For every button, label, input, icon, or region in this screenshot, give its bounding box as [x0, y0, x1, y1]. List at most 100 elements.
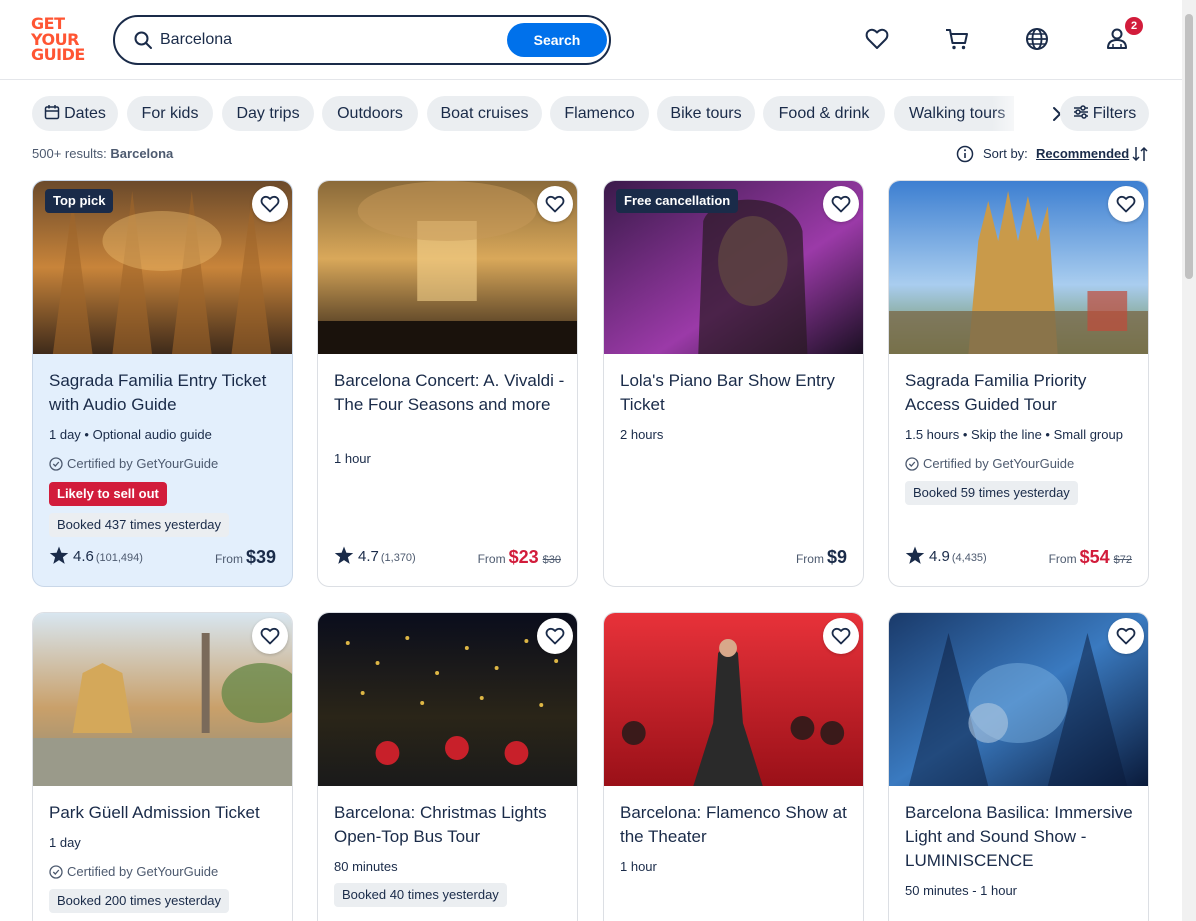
card-title[interactable]: Barcelona: Christmas Lights Open-Top Bus… — [334, 801, 569, 849]
price-prefix: From — [214, 552, 243, 566]
price: From $23 $30 — [478, 547, 561, 568]
sort-control: Sort by: Recommended — [956, 144, 1152, 164]
certified-icon — [905, 457, 919, 471]
certified-icon — [49, 457, 63, 471]
card-title[interactable]: Sagrada Familia Priority Access Guided T… — [905, 369, 1140, 417]
rating-value: 4.6 — [73, 548, 94, 565]
rating: 4.9 (4,435) — [905, 546, 987, 568]
price-prefix: From — [1048, 552, 1077, 566]
heart-icon[interactable] — [864, 26, 890, 52]
heart-icon — [831, 627, 851, 645]
rating-value: 4.7 — [358, 548, 379, 565]
price-amount: $9 — [826, 547, 847, 567]
filters-label: Filters — [1092, 105, 1137, 122]
scrollbar[interactable] — [1182, 0, 1196, 921]
wishlist-button[interactable] — [823, 618, 859, 654]
results-query: Barcelona — [110, 146, 174, 161]
wishlist-button[interactable] — [537, 186, 573, 222]
chip-boat-cruises[interactable]: Boat cruises — [427, 96, 542, 131]
card-duration: 2 hours — [620, 427, 664, 442]
wishlist-button[interactable] — [1108, 186, 1144, 222]
card-duration: 1 day • Optional audio guide — [49, 427, 212, 442]
chip-for-kids[interactable]: For kids — [127, 96, 213, 131]
chips-fade — [992, 96, 1032, 131]
card-title[interactable]: Barcelona: Flamenco Show at the Theater — [620, 801, 855, 849]
heart-icon — [1116, 195, 1136, 213]
sort-label: Sort by: — [983, 146, 1028, 161]
booked-badge: Booked 200 times yesterday — [49, 889, 230, 913]
filters-button[interactable]: Filters — [1060, 96, 1149, 131]
results-count: 500+ results: Barcelona — [32, 146, 173, 161]
rating: 4.6 (101,494) — [49, 546, 143, 568]
card-duration: 1 day — [49, 835, 81, 850]
chip-flamenco[interactable]: Flamenco — [550, 96, 649, 131]
price-amount: $39 — [245, 547, 276, 567]
card-title[interactable]: Barcelona Concert: A. Vivaldi - The Four… — [334, 369, 569, 417]
card-duration: 1 hour — [334, 451, 371, 466]
wishlist-button[interactable] — [823, 186, 859, 222]
card-title[interactable]: Lola's Piano Bar Show Entry Ticket — [620, 369, 855, 417]
scrollbar-thumb[interactable] — [1185, 14, 1193, 279]
sort-icon[interactable] — [1131, 145, 1149, 163]
wishlist-button[interactable] — [252, 618, 288, 654]
activity-card[interactable]: Sagrada Familia Priority Access Guided T… — [888, 180, 1149, 587]
rating-count: (1,370) — [380, 552, 416, 564]
chip-bike-tours[interactable]: Bike tours — [657, 96, 755, 131]
price-prefix: From — [477, 552, 506, 566]
rating-value: 4.9 — [929, 548, 950, 565]
price: From $39 — [215, 547, 276, 568]
category-chips: Dates For kids Day trips Outdoors Boat c… — [32, 96, 1150, 132]
activity-card[interactable]: Park Güell Admission Ticket 1 day Certif… — [32, 612, 293, 921]
search-input[interactable] — [160, 26, 500, 54]
certified-text: Certified by GetYourGuide — [923, 456, 1075, 471]
booked-badge: Booked 437 times yesterday — [49, 513, 230, 537]
search-bar: Search — [113, 15, 611, 65]
activity-card[interactable]: Barcelona: Christmas Lights Open-Top Bus… — [317, 612, 578, 921]
chip-day-trips[interactable]: Day trips — [222, 96, 314, 131]
heart-icon — [545, 627, 565, 645]
rating-count: (101,494) — [95, 552, 143, 564]
results-count-text: 500+ results: — [32, 146, 107, 161]
rating-count: (4,435) — [951, 552, 987, 564]
wishlist-button[interactable] — [252, 186, 288, 222]
info-icon[interactable] — [956, 145, 974, 163]
tag-badge: Top pick — [45, 189, 114, 213]
globe-icon[interactable] — [1024, 26, 1050, 52]
price-original: $30 — [542, 554, 561, 566]
certified-text: Certified by GetYourGuide — [67, 864, 219, 879]
price: From $9 — [796, 547, 847, 568]
search-icon — [134, 31, 152, 49]
activity-card[interactable]: Barcelona: Flamenco Show at the Theater … — [603, 612, 864, 921]
rating: 4.7 (1,370) — [334, 546, 416, 568]
card-title[interactable]: Barcelona Basilica: Immersive Light and … — [905, 801, 1140, 873]
chip-outdoors[interactable]: Outdoors — [322, 96, 418, 131]
card-duration: 1.5 hours • Skip the line • Small group — [905, 427, 1123, 442]
price-amount: $54 — [1079, 547, 1110, 567]
search-button[interactable]: Search — [507, 23, 607, 57]
certified-label: Certified by GetYourGuide — [49, 864, 218, 879]
card-duration: 50 minutes - 1 hour — [905, 883, 1018, 898]
card-title[interactable]: Park Güell Admission Ticket — [49, 801, 284, 825]
activity-card[interactable]: Barcelona Basilica: Immersive Light and … — [888, 612, 1149, 921]
certified-label: Certified by GetYourGuide — [905, 456, 1074, 471]
logo[interactable]: GET YOUR GUIDE — [31, 16, 91, 64]
filters-icon — [1073, 105, 1088, 119]
activity-card[interactable]: Top pick Sagrada Familia Entry Ticket wi… — [32, 180, 293, 587]
chip-dates[interactable]: Dates — [32, 96, 118, 131]
header: GET YOUR GUIDE Search 2 — [0, 0, 1182, 80]
activity-card[interactable]: Free cancellation Lola's Piano Bar Show … — [603, 180, 864, 587]
sellout-badge: Likely to sell out — [49, 482, 167, 506]
card-duration: 80 minutes — [334, 859, 398, 874]
chip-food-drink[interactable]: Food & drink — [763, 96, 885, 131]
wishlist-button[interactable] — [537, 618, 573, 654]
heart-icon — [1116, 627, 1136, 645]
activity-card[interactable]: Barcelona Concert: A. Vivaldi - The Four… — [317, 180, 578, 587]
heart-icon — [545, 195, 565, 213]
sort-dropdown[interactable]: Recommended — [1036, 146, 1129, 161]
booked-badge: Booked 40 times yesterday — [334, 883, 507, 907]
wishlist-button[interactable] — [1108, 618, 1144, 654]
card-title[interactable]: Sagrada Familia Entry Ticket with Audio … — [49, 369, 284, 417]
cart-icon[interactable] — [944, 26, 970, 52]
certified-icon — [49, 865, 63, 879]
price-prefix: From — [795, 552, 824, 566]
